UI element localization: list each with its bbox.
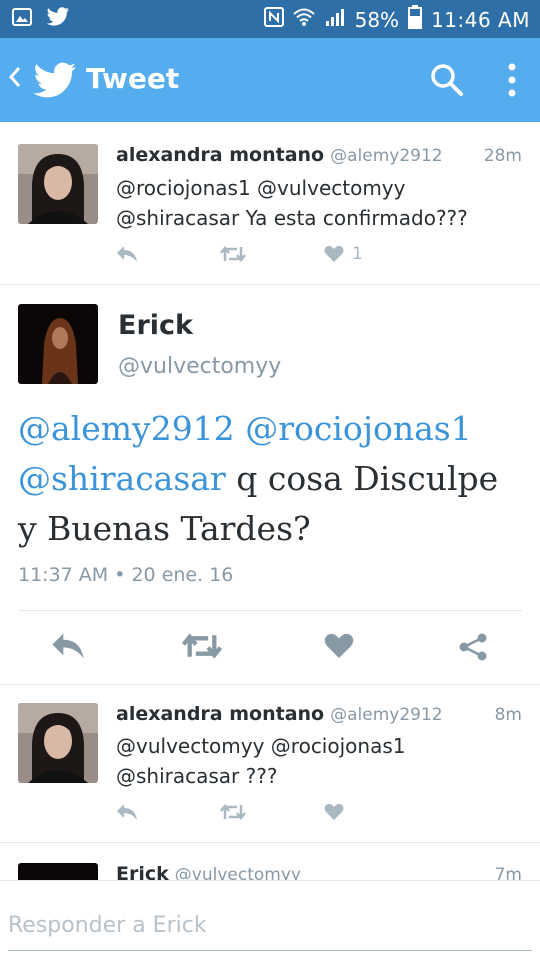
mention-link[interactable]: @shiracasar bbox=[18, 459, 226, 498]
main-tweet-text-part: q cosa Disculpe bbox=[225, 459, 499, 498]
reply-tweet-below[interactable]: alexandra montano @alemy2912 8m @vulvecto… bbox=[0, 685, 540, 843]
signal-icon bbox=[324, 7, 346, 32]
twitter-bird-icon[interactable] bbox=[32, 62, 78, 104]
tweet-actions: 1 bbox=[116, 244, 363, 264]
tweet-time: 8m bbox=[494, 705, 522, 725]
battery-percent: 58% bbox=[354, 7, 400, 32]
main-tweet-text: @alemy2912 @rociojonas1 @shiracasar q co… bbox=[18, 404, 524, 554]
avatar[interactable] bbox=[18, 304, 98, 384]
app-bar: Tweet bbox=[0, 38, 540, 122]
more-options-icon[interactable] bbox=[506, 62, 518, 102]
reply-tweet-above[interactable]: alexandra montano @alemy2912 28m @rociojo… bbox=[0, 122, 540, 285]
reply-input[interactable] bbox=[8, 901, 532, 951]
twitter-notification-icon bbox=[46, 7, 70, 31]
avatar[interactable] bbox=[18, 144, 98, 224]
wifi-icon bbox=[292, 7, 315, 32]
reply-button[interactable] bbox=[116, 803, 220, 821]
back-chevron-icon[interactable] bbox=[8, 65, 22, 94]
tweet-actions bbox=[116, 803, 344, 821]
avatar[interactable] bbox=[18, 703, 98, 783]
retweet-button[interactable] bbox=[181, 632, 223, 664]
tweet-time: 28m bbox=[483, 146, 522, 166]
mention-link[interactable]: @rociojonas1 bbox=[245, 409, 472, 448]
tweet-text-line: @vulvectomyy @rociojonas1 bbox=[116, 734, 406, 758]
clock: 11:46 AM bbox=[431, 7, 530, 32]
search-icon[interactable] bbox=[430, 63, 464, 101]
reply-tweet-partial[interactable]: Erick @vulvectomyy 7m bbox=[0, 843, 540, 883]
gallery-icon bbox=[12, 7, 32, 31]
like-button[interactable] bbox=[324, 803, 344, 821]
retweet-button[interactable] bbox=[220, 803, 324, 821]
page-title: Tweet bbox=[86, 62, 180, 95]
author-name[interactable]: alexandra montano bbox=[116, 703, 324, 725]
tweet-text: @vulvectomyy @rociojonas1 @shiracasar ??… bbox=[116, 731, 405, 791]
share-icon[interactable] bbox=[458, 632, 488, 666]
main-tweet-text-part: y Buenas Tardes? bbox=[18, 509, 311, 548]
main-tweet-actions bbox=[0, 626, 540, 670]
nfc-icon bbox=[263, 7, 284, 32]
reply-button[interactable] bbox=[50, 632, 86, 664]
battery-icon bbox=[408, 5, 423, 34]
mention-link[interactable]: @alemy2912 bbox=[18, 409, 235, 448]
tweet-text-line: @shiracasar Ya esta confirmado??? bbox=[116, 206, 468, 230]
retweet-button[interactable] bbox=[220, 245, 324, 263]
author-handle[interactable]: @alemy2912 bbox=[330, 705, 442, 725]
like-count: 1 bbox=[352, 244, 363, 264]
tweet-timestamp: 11:37 AM • 20 ene. 16 bbox=[18, 564, 234, 586]
author-handle[interactable]: @alemy2912 bbox=[330, 146, 442, 166]
main-author-handle[interactable]: @vulvectomyy bbox=[118, 354, 281, 379]
like-button[interactable]: 1 bbox=[324, 244, 363, 264]
status-bar: 58% 11:46 AM bbox=[0, 0, 540, 38]
like-button[interactable] bbox=[324, 632, 354, 664]
tweet-text-line: @shiracasar ??? bbox=[116, 764, 278, 788]
reply-composer bbox=[0, 880, 540, 960]
divider bbox=[18, 610, 522, 611]
reply-button[interactable] bbox=[116, 245, 220, 263]
tweet-text: @rociojonas1 @vulvectomyy @shiracasar Ya… bbox=[116, 173, 468, 233]
tweet-text-line: @rociojonas1 @vulvectomyy bbox=[116, 176, 406, 200]
main-author-name[interactable]: Erick bbox=[118, 310, 193, 341]
author-name[interactable]: alexandra montano bbox=[116, 144, 324, 166]
